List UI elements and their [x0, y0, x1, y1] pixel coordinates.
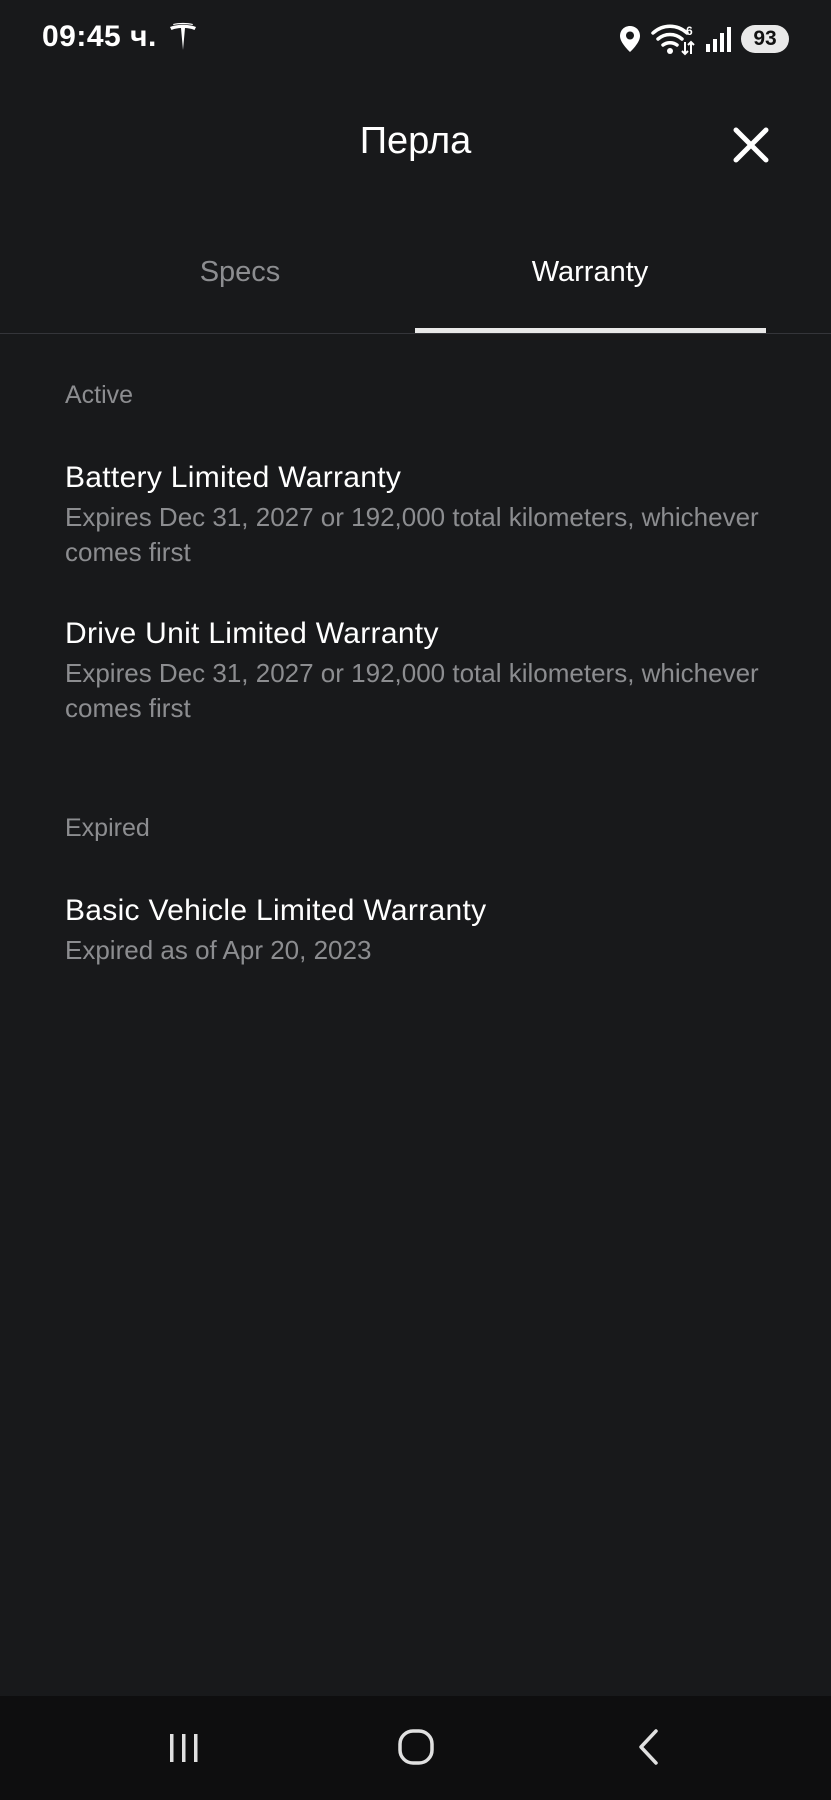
navigation-bar [0, 1696, 831, 1800]
warranty-subtitle: Expired as of Apr 20, 2023 [65, 935, 372, 965]
warranty-title: Basic Vehicle Limited Warranty [65, 894, 487, 927]
section-label-active: Active [65, 381, 134, 409]
tab-bar: Specs Warranty [0, 240, 831, 334]
back-icon[interactable] [626, 1726, 674, 1770]
page-title: Перла [359, 120, 472, 162]
recent-apps-icon[interactable] [160, 1726, 208, 1770]
warranty-subtitle: Expires Dec 31, 2027 or 192,000 total ki… [65, 502, 759, 567]
tabs-divider [0, 333, 831, 334]
location-icon [620, 26, 640, 52]
wifi-badge: 6 [686, 24, 693, 38]
home-icon[interactable] [392, 1726, 440, 1770]
section-label-expired: Expired [65, 814, 150, 842]
status-time: 09:45 ч. [42, 20, 157, 53]
wifi-icon: 6 [651, 24, 695, 56]
close-icon[interactable] [728, 122, 774, 168]
status-bar: 09:45 ч. 6 93 [0, 0, 831, 78]
status-icons: 6 93 [619, 20, 789, 58]
warranty-screen: 09:45 ч. 6 93 Перла Specs Warranty Activ… [0, 0, 831, 1800]
warranty-title: Battery Limited Warranty [65, 461, 402, 494]
warranty-subtitle: Expires Dec 31, 2027 or 192,000 total ki… [65, 658, 759, 723]
tab-specs[interactable]: Specs [120, 256, 360, 289]
signal-icon [706, 27, 731, 52]
tab-warranty[interactable]: Warranty [415, 256, 765, 289]
battery-icon: 93 [741, 25, 789, 53]
tesla-logo-icon [170, 22, 196, 50]
warranty-title: Drive Unit Limited Warranty [65, 617, 439, 650]
